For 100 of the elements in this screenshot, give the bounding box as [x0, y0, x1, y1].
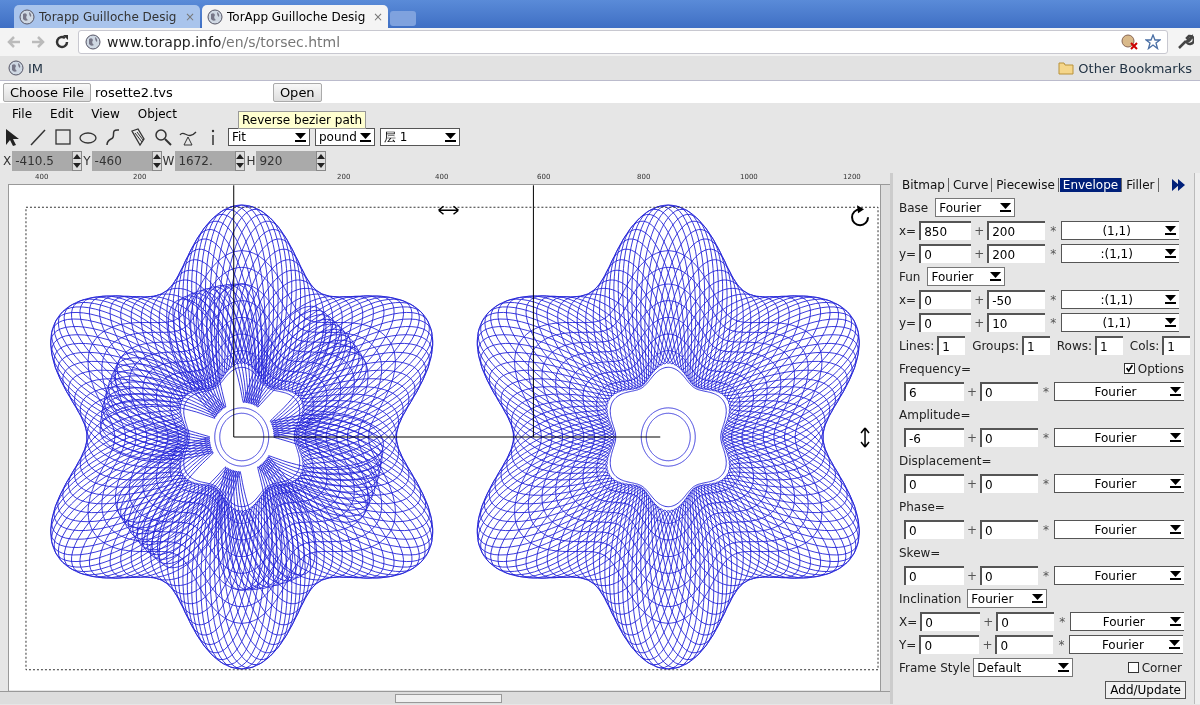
spinner-icon[interactable]: [72, 151, 83, 171]
field-label: y=: [899, 315, 917, 330]
number-field[interactable]: 1672.: [175, 151, 236, 171]
checkbox[interactable]: [1127, 662, 1139, 673]
number-field[interactable]: -410.5: [12, 151, 73, 171]
search-icon[interactable]: [153, 127, 173, 147]
number-field[interactable]: 0: [904, 566, 964, 585]
number-field[interactable]: 0: [919, 290, 972, 309]
plus-sign: +: [967, 476, 977, 491]
spinner-icon[interactable]: [316, 151, 327, 171]
horizontal-resize-icon[interactable]: [437, 205, 460, 215]
function-dropdown[interactable]: Fourier: [1054, 520, 1184, 539]
number-field[interactable]: 10: [987, 313, 1046, 332]
function-dropdown[interactable]: Fourier: [1070, 612, 1185, 631]
number-field[interactable]: 0: [904, 520, 964, 539]
scroll-thumb[interactable]: [395, 693, 502, 703]
globe-icon: [85, 34, 101, 50]
checkbox-label: Options: [1137, 361, 1184, 376]
more-tabs-icon[interactable]: [1171, 179, 1186, 191]
number-field[interactable]: 200: [987, 221, 1046, 240]
address-bar[interactable]: www.torapp.info/en/s/torsec.html: [78, 30, 1168, 54]
number-field[interactable]: 200: [987, 244, 1046, 263]
number-field[interactable]: 0: [980, 474, 1038, 493]
number-field[interactable]: 0: [919, 313, 972, 332]
choose-file-button[interactable]: Choose File: [3, 82, 91, 102]
number-field[interactable]: 850: [919, 221, 972, 240]
times-sign: *: [1058, 614, 1067, 629]
horizontal-scrollbar[interactable]: [0, 691, 890, 704]
wrench-icon[interactable]: [1176, 33, 1194, 51]
spinner-icon[interactable]: [151, 151, 162, 171]
section-label: Base: [899, 200, 929, 215]
number-field[interactable]: 1: [1095, 336, 1123, 355]
checkbox[interactable]: [1123, 363, 1135, 374]
number-field[interactable]: 0: [980, 382, 1038, 401]
number-field[interactable]: 1: [1162, 336, 1190, 355]
function-dropdown[interactable]: :(1,1): [1061, 290, 1180, 309]
vertical-scrollbar[interactable]: [880, 185, 890, 691]
rotate-icon[interactable]: [851, 205, 869, 227]
star-icon[interactable]: [1145, 34, 1161, 50]
times-sign: *: [1042, 430, 1050, 445]
panel-tab[interactable]: Filler: [1123, 178, 1159, 192]
number-field[interactable]: 0: [980, 520, 1038, 539]
panel-tab[interactable]: Envelope: [1059, 178, 1123, 192]
menu-item[interactable]: Edit: [50, 107, 74, 123]
number-field[interactable]: 0: [904, 474, 964, 493]
times-sign: *: [1042, 476, 1050, 491]
number-field[interactable]: 0: [996, 612, 1055, 631]
section-label: Skew=: [899, 545, 941, 560]
panel-tab[interactable]: Curve: [949, 178, 993, 192]
number-field[interactable]: -50: [987, 290, 1046, 309]
function-dropdown[interactable]: (1,1): [1061, 313, 1180, 332]
function-dropdown[interactable]: Fourier: [1054, 566, 1184, 585]
add-update-button[interactable]: Add/Update: [1105, 681, 1186, 699]
number-field[interactable]: 0: [919, 244, 972, 263]
menu-item[interactable]: View: [91, 107, 120, 123]
bookmark-link[interactable]: IM: [8, 60, 44, 76]
frame-style-dropdown[interactable]: Default: [973, 658, 1074, 677]
number-field[interactable]: 1: [937, 336, 966, 355]
reload-icon[interactable]: [54, 34, 70, 50]
plus-sign: +: [983, 614, 994, 629]
panel-tab[interactable]: Piecewise: [993, 178, 1059, 192]
page-scrollbar[interactable]: [1194, 173, 1200, 704]
type-dropdown[interactable]: Fourier: [935, 198, 1016, 217]
caret-icon: [1170, 571, 1181, 580]
type-dropdown[interactable]: Fourier: [967, 589, 1048, 608]
toolbar-dropdown[interactable]: Fit: [228, 128, 310, 146]
toolbar-dropdown[interactable]: 层 1: [380, 128, 460, 146]
menu-item[interactable]: File: [12, 107, 33, 123]
vertical-resize-icon[interactable]: [860, 427, 870, 448]
number-field[interactable]: -460: [91, 151, 152, 171]
field-label: Frame Style: [899, 660, 971, 675]
spinner-icon[interactable]: [235, 151, 246, 171]
function-dropdown[interactable]: Fourier: [1069, 635, 1184, 654]
line-icon[interactable]: [28, 127, 48, 147]
toolbar-dropdown[interactable]: pound: [315, 128, 375, 146]
function-dropdown[interactable]: Fourier: [1054, 428, 1184, 447]
number-field[interactable]: 920: [256, 151, 317, 171]
number-field[interactable]: 0: [980, 428, 1038, 447]
function-dropdown[interactable]: (1,1): [1061, 221, 1180, 240]
function-dropdown[interactable]: Fourier: [1054, 382, 1184, 401]
function-dropdown[interactable]: Fourier: [1054, 474, 1184, 493]
open-button[interactable]: Open: [272, 82, 322, 102]
number-field[interactable]: 1: [1021, 336, 1050, 355]
number-field[interactable]: 0: [995, 635, 1054, 654]
number-field[interactable]: 6: [904, 382, 964, 401]
bookmark-link[interactable]: Other Bookmarks: [1058, 60, 1192, 76]
type-dropdown[interactable]: Fourier: [927, 267, 1006, 286]
number-field[interactable]: -6: [904, 428, 964, 447]
number-field[interactable]: 0: [980, 566, 1038, 585]
browser-tab[interactable]: Torapp Guilloche Desig ×: [14, 5, 200, 28]
function-dropdown[interactable]: :(1,1): [1061, 244, 1180, 263]
panel-tab[interactable]: Bitmap: [899, 178, 949, 192]
browser-tab[interactable]: TorApp Guilloche Desig ×: [202, 5, 388, 28]
close-icon[interactable]: ×: [372, 9, 383, 24]
number-field[interactable]: 0: [920, 612, 981, 631]
menu-item[interactable]: Object: [137, 107, 177, 123]
cookie-blocked-icon[interactable]: [1121, 34, 1139, 50]
rectangle-icon[interactable]: [53, 127, 73, 147]
number-field[interactable]: 0: [919, 635, 980, 654]
section-label: Amplitude=: [899, 407, 971, 422]
